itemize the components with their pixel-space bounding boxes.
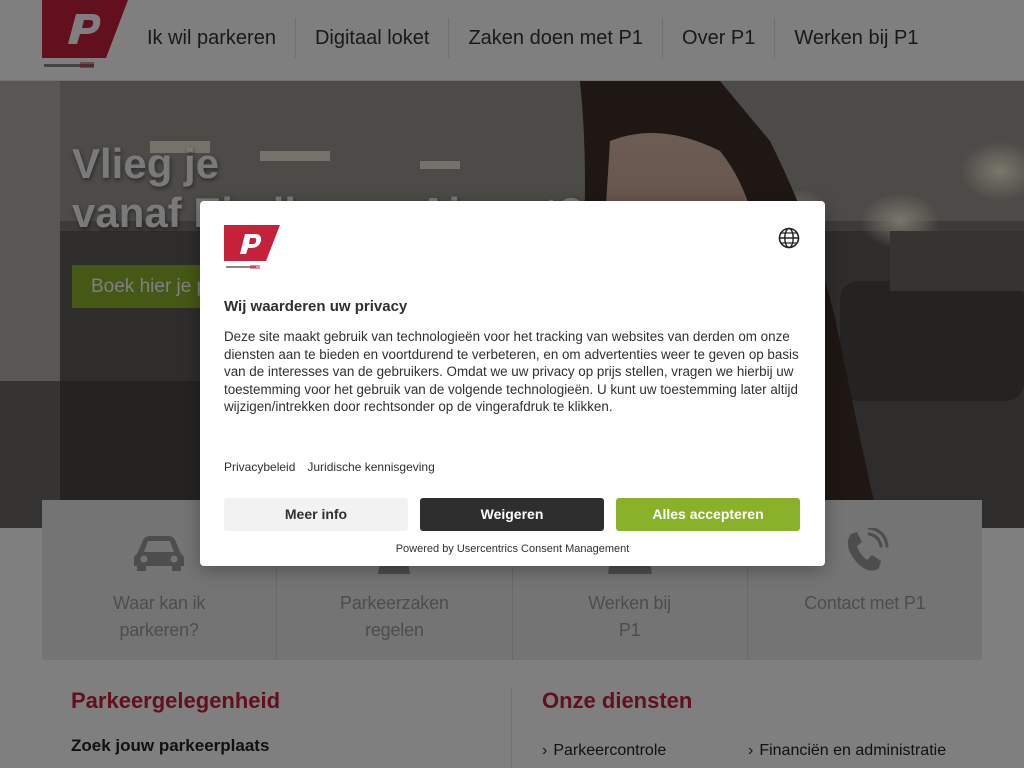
more-info-button[interactable]: Meer info [224, 498, 408, 531]
consent-links: Privacybeleid Juridische kennisgeving [224, 460, 435, 474]
powered-by-text: Powered by Usercentrics Consent Manageme… [395, 543, 630, 555]
legal-notice-link[interactable]: Juridische kennisgeving [307, 460, 434, 474]
privacy-consent-dialog: Wij waarderen uw privacy Deze site maakt… [200, 201, 825, 566]
consent-body-text: Deze site maakt gebruik van technologieë… [224, 329, 799, 415]
p1-logo [224, 225, 280, 269]
privacy-policy-link[interactable]: Privacybeleid [224, 460, 295, 474]
globe-language-icon[interactable] [778, 227, 800, 249]
accept-all-button[interactable]: Alles accepteren [616, 498, 800, 531]
deny-button[interactable]: Weigeren [420, 498, 604, 531]
consent-title: Wij waarderen uw privacy [224, 298, 408, 315]
